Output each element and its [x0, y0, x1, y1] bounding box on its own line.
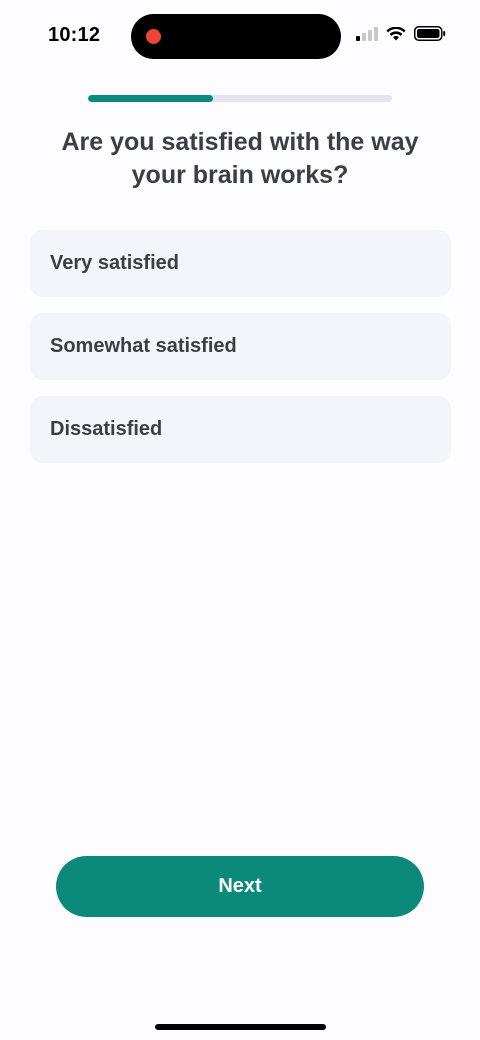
next-button[interactable]: Next [56, 856, 424, 917]
battery-icon [414, 26, 446, 41]
status-time: 10:12 [48, 24, 101, 46]
option-label: Somewhat satisfied [50, 335, 237, 357]
dynamic-island [131, 14, 341, 59]
next-button-label: Next [218, 875, 262, 897]
option-very-satisfied[interactable]: Very satisfied [30, 230, 451, 297]
status-bar: 10:12 [0, 0, 480, 72]
home-indicator[interactable] [155, 1024, 326, 1030]
option-label: Very satisfied [50, 252, 179, 274]
wifi-icon [386, 26, 406, 40]
quiz-screen: 10:12 Are you satisfied with the way you… [0, 0, 480, 1040]
option-somewhat-satisfied[interactable]: Somewhat satisfied [30, 313, 451, 380]
question-title: Are you satisfied with the way your brai… [61, 128, 419, 189]
option-label: Dissatisfied [50, 418, 163, 440]
progress-bar-fill [88, 95, 213, 102]
progress-bar [88, 95, 392, 102]
option-dissatisfied[interactable]: Dissatisfied [30, 396, 451, 463]
signal-icon [356, 26, 378, 41]
recording-indicator-icon [146, 29, 161, 44]
answer-options: Very satisfied Somewhat satisfied Dissat… [30, 230, 451, 479]
status-icons [356, 26, 446, 41]
